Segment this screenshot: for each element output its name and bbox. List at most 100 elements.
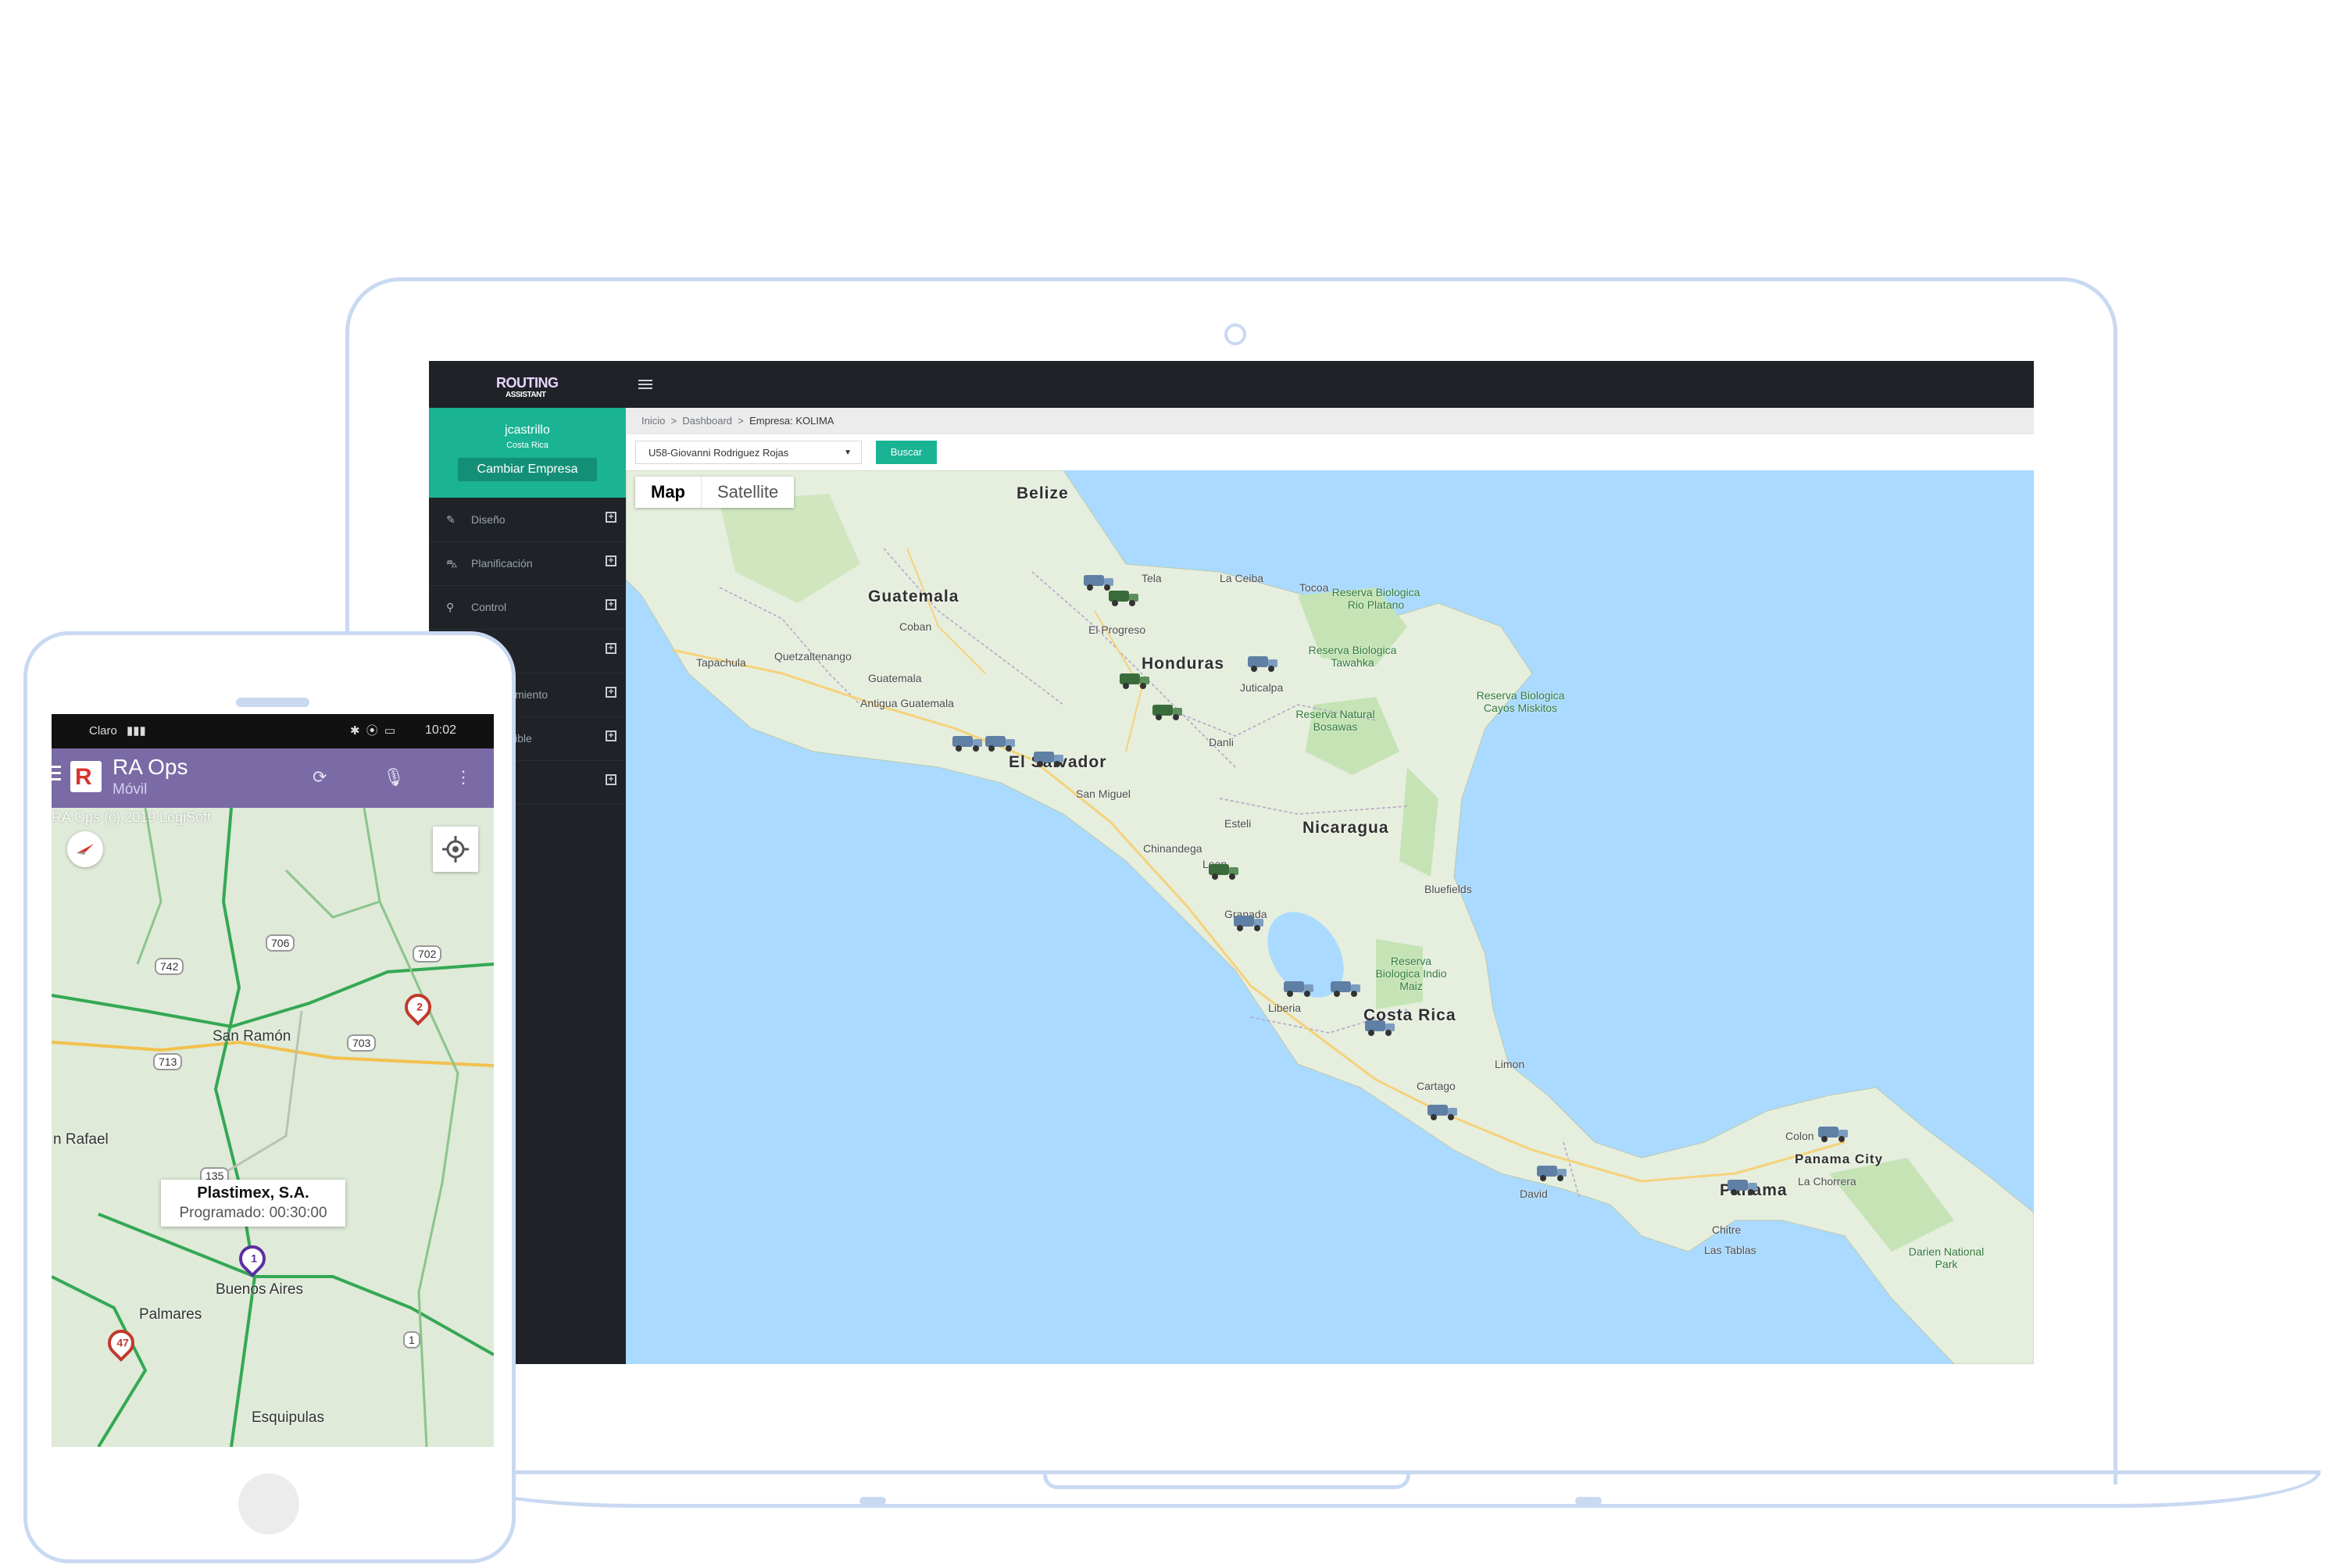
compass-icon[interactable]	[67, 831, 103, 867]
status-icons: ✱ ⦿ ▭	[350, 724, 398, 738]
vehicle-marker[interactable]	[1032, 748, 1065, 769]
map-label-city: Guatemala	[868, 672, 922, 684]
phone-home-button[interactable]	[238, 1473, 299, 1534]
clock: 10:02	[425, 723, 457, 737]
map-label-reserve: Reserva Biologica Cayos Miskitos	[1476, 689, 1565, 714]
menu-toggle-icon[interactable]	[638, 380, 652, 391]
vehicle-marker[interactable]	[1726, 1177, 1759, 1197]
my-location-icon[interactable]	[433, 827, 478, 872]
map-type-map[interactable]: Map	[635, 477, 702, 508]
edit-icon: ✎	[446, 513, 456, 526]
vehicle-marker[interactable]	[951, 733, 984, 753]
stop-tooltip[interactable]: Plastimex, S.A. Programado: 00:30:00	[161, 1180, 345, 1227]
user-panel: jcastrillo Costa Rica Cambiar Empresa	[429, 408, 626, 498]
top-bar: ROUTING ASSISTANT	[429, 361, 2034, 408]
search-button[interactable]: Buscar	[876, 441, 937, 464]
map-label-city: David	[1520, 1188, 1548, 1200]
road-shield: 702	[413, 945, 442, 963]
phone-speaker	[236, 698, 309, 707]
vehicle-marker[interactable]	[1817, 1123, 1849, 1144]
signal-icon: ▮▮▮	[127, 724, 146, 738]
driver-select-value: U58-Giovanni Rodriguez Rojas	[649, 447, 789, 459]
map-label-reserve: Reserva Biologica Tawahka	[1308, 644, 1397, 669]
vehicle-marker[interactable]	[1246, 653, 1279, 673]
change-company-button[interactable]: Cambiar Empresa	[458, 458, 597, 481]
driver-select[interactable]: U58-Giovanni Rodriguez Rojas ▼	[635, 441, 862, 464]
vehicle-marker[interactable]	[1282, 978, 1315, 998]
map-label-country: Honduras	[1142, 655, 1225, 673]
expand-icon[interactable]: +	[606, 555, 616, 566]
app-logo[interactable]: ROUTING ASSISTANT	[496, 376, 559, 402]
mobile-map-label: Buenos Aires	[216, 1281, 303, 1298]
menu-icon[interactable]	[52, 766, 61, 784]
sidebar-item-label: ible	[515, 732, 532, 745]
map-label-city: San Miguel	[1076, 788, 1131, 800]
user-name: jcastrillo	[505, 423, 550, 437]
map-label-reserve: Reserva Biologica Rio Platano	[1331, 586, 1420, 611]
laptop-notch	[1043, 1472, 1410, 1489]
tooltip-title: Plastimex, S.A.	[197, 1184, 309, 1202]
sidebar-item-control[interactable]: ⚲ Control +	[429, 585, 626, 630]
map-label-country: Belize	[1017, 484, 1069, 502]
mobile-map-label: n Rafael	[53, 1131, 109, 1148]
expand-icon[interactable]: +	[606, 730, 616, 741]
vehicle-marker[interactable]	[1151, 702, 1184, 722]
mobile-map-label: Palmares	[139, 1306, 202, 1323]
map-label-city: La Chorrera	[1798, 1175, 1856, 1188]
sidebar-item-diseno[interactable]: ✎ Diseño +	[429, 498, 626, 542]
vehicle-marker[interactable]	[1535, 1163, 1568, 1183]
carrier-name: Claro	[89, 724, 117, 738]
sidebar-item-label: Control	[471, 601, 507, 613]
road-shield: 1	[403, 1331, 420, 1348]
breadcrumb-dashboard[interactable]: Dashboard	[682, 415, 732, 427]
app-subtitle: Móvil	[113, 781, 148, 798]
caret-down-icon: ▼	[844, 448, 852, 457]
vehicle-marker[interactable]	[1118, 670, 1151, 691]
status-bar: Claro ▮▮▮ ✱ ⦿ ▭ 10:02	[52, 714, 494, 748]
expand-icon[interactable]: +	[606, 643, 616, 654]
vehicle-marker[interactable]	[1329, 978, 1362, 998]
map-label-city: Tela	[1142, 572, 1162, 584]
vehicle-marker[interactable]	[1363, 1017, 1396, 1038]
pin-label: 2	[416, 1000, 423, 1013]
vehicle-marker[interactable]	[984, 733, 1017, 753]
map-label-city: Tocoa	[1299, 581, 1329, 594]
map-label-city: Las Tablas	[1704, 1244, 1756, 1256]
map-label-city: Colon	[1785, 1130, 1814, 1142]
microphone-icon[interactable]: 🎙	[383, 767, 405, 788]
admin-screen: ROUTING ASSISTANT jcastrillo Costa Rica …	[429, 361, 2034, 1364]
map-label-city: La Ceiba	[1220, 572, 1264, 584]
map-label-city: Panama City	[1795, 1152, 1884, 1166]
expand-icon[interactable]: +	[606, 599, 616, 610]
map-label-city: Chinandega	[1143, 842, 1202, 855]
more-vert-icon[interactable]: ⋮	[455, 767, 472, 788]
logo-subtext: ASSISTANT	[506, 391, 546, 399]
map-pin-icon: ⚲	[446, 601, 455, 613]
breadcrumb-separator: >	[738, 415, 744, 427]
expand-icon[interactable]: +	[606, 687, 616, 698]
expand-icon[interactable]: +	[606, 512, 616, 523]
vehicle-marker[interactable]	[1107, 588, 1140, 608]
laptop-foot	[1575, 1497, 1602, 1505]
expand-icon[interactable]: +	[606, 774, 616, 785]
map-type-satellite[interactable]: Satellite	[702, 477, 794, 508]
map-label-country: Nicaragua	[1302, 819, 1389, 837]
mobile-map-label: San Ramón	[213, 1028, 291, 1045]
map-label-city: Antigua Guatemala	[860, 697, 954, 709]
vehicle-marker[interactable]	[1232, 913, 1265, 933]
sync-icon[interactable]: ⟳	[313, 767, 327, 788]
vehicle-marker[interactable]	[1426, 1102, 1459, 1122]
map-label-reserve: Reserva Natural Bosawas	[1295, 708, 1375, 733]
fleet-map[interactable]: Map Satellite Belize Guatemala Honduras …	[626, 470, 2034, 1364]
laptop-foot	[859, 1497, 886, 1505]
breadcrumb-home[interactable]: Inicio	[641, 415, 665, 427]
vehicle-marker[interactable]	[1207, 861, 1240, 881]
sidebar-item-planificacion[interactable]: ⛍ Planificación +	[429, 541, 626, 586]
mobile-screen: Claro ▮▮▮ ✱ ⦿ ▭ 10:02 R RA Ops Móvil ⟳ 🎙…	[52, 714, 494, 1447]
map-label-country: Guatemala	[868, 588, 959, 605]
map-label-city: Liberia	[1268, 1002, 1302, 1014]
sidebar-item-label: Planificación	[471, 557, 533, 570]
filter-bar: U58-Giovanni Rodriguez Rojas ▼ Buscar	[626, 434, 2034, 470]
tooltip-subtitle: Programado: 00:30:00	[179, 1205, 327, 1221]
map-label-city: Coban	[899, 620, 932, 633]
